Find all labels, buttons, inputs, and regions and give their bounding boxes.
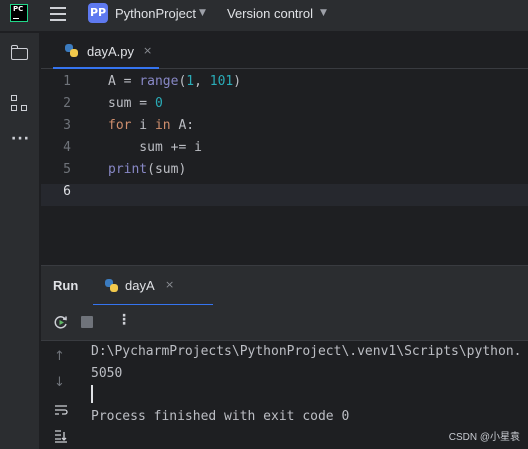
close-icon[interactable]: × (143, 44, 152, 57)
line-number: 3 (63, 118, 71, 133)
code-line-2[interactable]: sum = 0 (108, 96, 163, 118)
logo-text: PC (13, 5, 24, 13)
version-control-menu[interactable]: Version control (227, 6, 313, 21)
code-line-5[interactable]: print(sum) (108, 162, 186, 184)
project-badge[interactable]: PP (88, 3, 108, 23)
console-output[interactable]: D:\PycharmProjects\PythonProject\.venv1\… (81, 341, 528, 449)
arrow-up-icon[interactable]: ↑ (54, 349, 65, 364)
soft-wrap-icon[interactable] (54, 403, 68, 417)
run-tab-label: dayA (125, 278, 155, 293)
folder-icon[interactable] (10, 43, 30, 63)
tool-window-strip: ··· (0, 33, 40, 449)
python-run-icon (105, 279, 119, 293)
editor-tab-bar: dayA.py × (41, 33, 528, 69)
text-cursor (91, 385, 93, 403)
run-tab-dayA[interactable]: dayA × (93, 266, 213, 306)
title-bar: PC PP PythonProject ▼ Version control ▼ (0, 0, 528, 32)
console-output-line: 5050 (91, 366, 123, 381)
main-menu-icon[interactable] (50, 7, 66, 21)
line-number: 1 (63, 74, 71, 89)
code-line-4[interactable]: sum += i (108, 140, 202, 162)
run-panel-header: Run dayA × (41, 265, 528, 306)
tab-label: dayA.py (87, 44, 134, 59)
code-line-3[interactable]: for i in A: (108, 118, 194, 140)
run-toolbar: ⋮ (41, 305, 528, 341)
run-panel-title: Run (53, 278, 79, 293)
code-editor[interactable]: 1 2 3 4 5 6 A = range(1, 101) sum = 0 fo… (41, 70, 528, 265)
more-options-icon[interactable]: ⋮ (117, 312, 131, 328)
console-command-line: D:\PycharmProjects\PythonProject\.venv1\… (91, 344, 522, 359)
project-name[interactable]: PythonProject (115, 6, 196, 21)
rerun-icon[interactable] (53, 314, 69, 330)
current-line-highlight (41, 184, 528, 206)
arrow-down-icon[interactable]: ↓ (54, 375, 65, 390)
line-number: 4 (63, 140, 71, 155)
console-side-toolbar: ↑ ↓ (41, 341, 81, 449)
scroll-to-end-icon[interactable] (54, 429, 68, 443)
line-number-active: 6 (63, 184, 71, 199)
watermark: CSDN @小星袁 (448, 432, 520, 443)
close-icon[interactable]: × (165, 278, 174, 291)
line-number: 5 (63, 162, 71, 177)
tab-dayA-py[interactable]: dayA.py × (53, 33, 159, 69)
pycharm-logo-icon[interactable]: PC (10, 4, 28, 22)
chevron-down-icon[interactable]: ▼ (199, 8, 206, 18)
code-line-1[interactable]: A = range(1, 101) (108, 74, 241, 96)
python-file-icon (65, 44, 79, 58)
line-number: 2 (63, 96, 71, 111)
more-icon[interactable]: ··· (11, 131, 30, 147)
structure-icon[interactable] (10, 94, 30, 114)
console-exit-message: Process finished with exit code 0 (91, 409, 350, 424)
chevron-down-icon[interactable]: ▼ (320, 8, 327, 18)
stop-icon[interactable] (81, 316, 93, 328)
